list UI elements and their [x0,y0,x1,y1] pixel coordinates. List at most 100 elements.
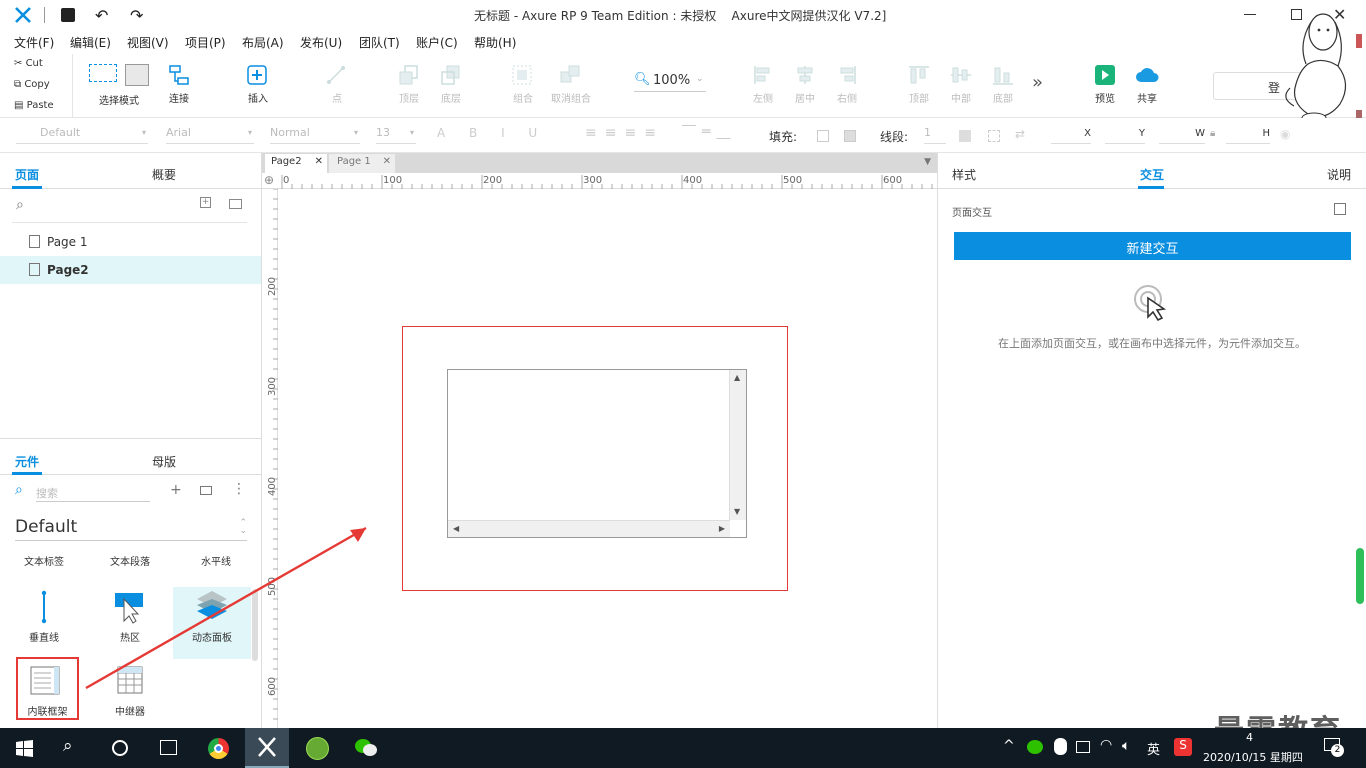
mascot-decoration [1278,4,1366,130]
visibility-icon[interactable]: ◉ [1280,127,1290,141]
connect-button[interactable]: 连接 [154,64,204,105]
search-icon[interactable]: ⌕ [63,736,73,756]
menu-team[interactable]: 团队(T) [359,34,400,51]
widget-vertical-line[interactable]: 垂直线 [14,589,74,644]
wechat-icon[interactable] [354,738,378,758]
add-page-icon[interactable]: + [200,197,211,208]
clock-date[interactable]: 2020/10/15 星期四 [1203,749,1303,765]
menu-layout[interactable]: 布局(A) [242,34,284,51]
vertical-scrollbar[interactable]: ▲ ▼ [729,370,746,520]
menu-edit[interactable]: 编辑(E) [70,34,111,51]
windows-start-icon[interactable] [16,740,33,757]
tab-page2[interactable]: Page2 ✕ [265,154,327,173]
font-weight-select[interactable]: Normal ▾ [270,126,360,144]
w-input[interactable]: W [1159,126,1205,144]
bamboo-app-icon[interactable] [306,737,329,760]
menu-file[interactable]: 文件(F) [14,34,54,51]
chevron-down-icon: ⌄ [696,74,704,84]
share-button[interactable]: 共享 [1122,64,1172,105]
expand-icon[interactable] [1334,203,1346,215]
redo-icon[interactable]: ↷ [130,6,143,25]
widget-search-input[interactable]: 搜索 [36,485,150,502]
horizontal-scrollbar[interactable]: ◀ ▶ [448,520,730,537]
new-interaction-button[interactable]: 新建交互 [954,232,1351,260]
interaction-hint: 在上面添加页面交互，或在画布中选择元件，为元件添加交互。 [998,337,1306,350]
axure-taskbar-icon[interactable] [245,728,289,768]
notification-center-icon[interactable]: 2 [1324,738,1344,757]
align-right-button[interactable]: 右侧 [822,64,872,105]
page-list-item[interactable]: Page 1 [0,228,261,256]
menu-account[interactable]: 账户(C) [416,34,458,51]
inline-frame-widget[interactable]: ▲ ▼ ◀ ▶ [447,369,747,538]
search-icon[interactable]: ⌕ [16,197,24,213]
clock-time[interactable]: 4 [1246,731,1253,744]
close-tab-icon[interactable]: ✕ [315,156,323,167]
library-manage-icon[interactable] [200,486,212,495]
stroke-color-swatch[interactable] [959,130,971,142]
add-library-icon[interactable]: + [170,482,182,498]
add-folder-icon[interactable] [229,199,242,209]
close-tab-icon[interactable]: ✕ [383,156,391,167]
arrow-style-icon[interactable]: ⇄ [1015,127,1025,141]
tab-interaction[interactable]: 交互 [1140,166,1164,183]
font-size-select[interactable]: 13 ▾ [376,126,416,144]
right-edge-scrollbar[interactable] [1356,548,1364,604]
ime-indicator[interactable]: 英 [1147,739,1160,758]
paste-button[interactable]: ▤ Paste [14,100,54,111]
page-list-item-selected[interactable]: Page2 [0,256,261,284]
more-vertical-icon[interactable]: ⋮ [232,481,246,497]
copy-button[interactable]: ⧉ Copy [14,79,50,90]
tab-menu-icon[interactable]: ▼ [924,157,931,167]
stroke-pattern-icon[interactable] [988,130,1000,142]
copy-icon: ⧉ [14,79,22,90]
tab-widgets[interactable]: 元件 [15,453,39,470]
h-input[interactable]: H [1226,126,1270,144]
x-input[interactable]: X [1051,126,1091,144]
fill-label: 填充: [769,130,798,144]
style-select[interactable]: Default ▾ [16,126,148,144]
align-bottom-button[interactable]: 底部 [978,64,1028,105]
scroll-down-icon[interactable]: ▼ [734,507,740,516]
point-button[interactable]: 点 [312,64,362,105]
zoom-control[interactable]: 🔍︎ 100% ⌄ [634,72,706,92]
select-mode-button[interactable]: 选择模式 [84,64,154,107]
tab-pages[interactable]: 页面 [15,166,39,183]
tray-chevron-icon[interactable]: ^ [1003,738,1015,754]
widget-label[interactable]: 文本标签 [14,553,74,568]
fill-gradient-swatch[interactable] [844,130,856,142]
inspector-tabs: 样式 交互 说明 [938,153,1366,189]
menu-help[interactable]: 帮助(H) [474,34,516,51]
tab-style[interactable]: 样式 [952,166,976,183]
send-back-button[interactable]: 底层 [426,64,476,105]
menu-project[interactable]: 项目(P) [185,34,226,51]
stroke-width-input[interactable]: 1 [924,126,946,144]
tab-notes[interactable]: 说明 [1327,166,1351,183]
cut-button[interactable]: ✂ Cut [14,58,43,69]
save-icon[interactable] [61,8,75,22]
scroll-up-icon[interactable]: ▲ [734,373,740,382]
lock-icon[interactable]: 🔒︎ [1210,128,1215,139]
select-intersect-icon [89,64,117,82]
more-tools-button[interactable]: » [1032,72,1043,93]
sogou-ime-icon[interactable]: S [1174,738,1192,756]
widget-inline-frame[interactable]: 内联框架 [16,657,79,720]
menu-publish[interactable]: 发布(U) [300,34,342,51]
fill-color-swatch[interactable] [817,130,829,142]
insert-button[interactable]: 插入 [233,64,283,105]
y-input[interactable]: Y [1105,126,1145,144]
minimize-button[interactable] [1244,14,1256,15]
clipboard-group: ✂ Cut ⧉ Copy ▤ Paste [0,54,73,118]
ungroup-button[interactable]: 取消组合 [545,64,597,105]
group-button[interactable]: 组合 [498,64,548,105]
undo-icon[interactable]: ↶ [95,6,108,25]
tab-page1[interactable]: Page 1 ✕ [329,154,395,173]
scroll-right-icon[interactable]: ▶ [719,524,725,533]
tab-masters[interactable]: 母版 [152,453,176,470]
menu-view[interactable]: 视图(V) [127,34,169,51]
task-view-icon[interactable] [160,740,177,755]
chrome-icon[interactable] [208,738,229,759]
cortana-icon[interactable] [112,740,128,756]
tab-outline[interactable]: 概要 [152,166,176,183]
scroll-left-icon[interactable]: ◀ [453,524,459,533]
font-family-select[interactable]: Arial ▾ [166,126,254,144]
